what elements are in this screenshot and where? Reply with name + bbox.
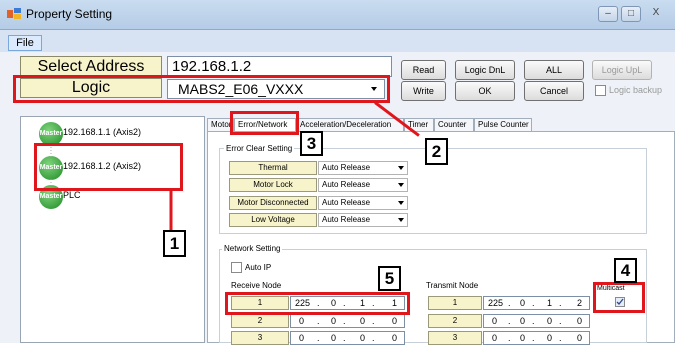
callout-2: 2 (425, 138, 448, 165)
transmit-ip-field[interactable]: 0. 0. 0. 0 (483, 314, 590, 328)
highlight-logic-box (13, 75, 390, 103)
highlight-multicast-box (593, 282, 645, 313)
select-address-button[interactable]: Select Address (20, 56, 162, 77)
minimize-button[interactable]: – (598, 6, 618, 22)
transmit-ip-field[interactable]: 225. 0. 1. 2 (483, 296, 590, 310)
highlight-tree-box (34, 143, 183, 191)
auto-ip-label: Auto IP (245, 263, 272, 272)
highlight-tab-box (230, 111, 299, 135)
motor-disconnected-label: Motor Disconnected (229, 196, 317, 210)
window-title: Property Setting (26, 7, 113, 21)
receive-row-number: 2 (231, 314, 289, 328)
all-button[interactable]: ALL (524, 60, 584, 80)
logic-upl-button[interactable]: Logic UpL (592, 60, 652, 80)
callout-5: 5 (378, 266, 401, 291)
highlight-receive-box (225, 292, 410, 315)
callout-3: 3 (300, 131, 323, 156)
chevron-down-icon (398, 183, 404, 187)
ok-button[interactable]: OK (455, 81, 515, 101)
thermal-select[interactable]: Auto Release (318, 161, 408, 175)
tab-counter[interactable]: Counter (434, 118, 474, 132)
transmit-row-number: 2 (428, 314, 482, 328)
logic-dnl-button[interactable]: Logic DnL (455, 60, 515, 80)
transmit-row-number: 1 (428, 296, 482, 310)
menu-file[interactable]: File (8, 35, 42, 51)
logic-backup-label: Logic backup (609, 85, 663, 95)
app-icon (6, 7, 22, 21)
close-button[interactable]: X (646, 6, 666, 22)
motor-disconnected-select[interactable]: Auto Release (318, 196, 408, 210)
write-button[interactable]: Write (401, 81, 446, 101)
tab-acceleration[interactable]: Acceleration/Deceleration (296, 118, 404, 132)
read-button[interactable]: Read (401, 60, 446, 80)
tab-pulse-counter[interactable]: Pulse Counter (474, 118, 532, 132)
menu-bar (0, 30, 675, 52)
logic-backup-checkbox[interactable] (595, 85, 606, 96)
transmit-node-title: Transmit Node (426, 281, 479, 290)
chevron-down-icon (398, 201, 404, 205)
thermal-label: Thermal (229, 161, 317, 175)
maximize-button[interactable]: □ (621, 6, 641, 22)
receive-ip-field[interactable]: 0. 0. 0. 0 (290, 314, 405, 328)
motor-lock-select-value: Auto Release (322, 180, 371, 189)
motor-disconnected-select-value: Auto Release (322, 198, 371, 207)
auto-ip-checkbox[interactable] (231, 262, 242, 273)
error-clear-title: Error Clear Setting (224, 144, 295, 153)
motor-lock-select[interactable]: Auto Release (318, 178, 408, 192)
low-voltage-select[interactable]: Auto Release (318, 213, 408, 227)
low-voltage-label: Low Voltage (229, 213, 317, 227)
receive-node-title: Receive Node (231, 281, 282, 290)
callout-4: 4 (614, 258, 637, 283)
chevron-down-icon (398, 218, 404, 222)
cancel-button[interactable]: Cancel (524, 81, 584, 101)
address-field[interactable]: 192.168.1.2 (167, 56, 392, 77)
thermal-select-value: Auto Release (322, 163, 371, 172)
low-voltage-select-value: Auto Release (322, 215, 371, 224)
motor-lock-label: Motor Lock (229, 178, 317, 192)
chevron-down-icon (398, 166, 404, 170)
callout-leader-line (169, 189, 173, 233)
network-title: Network Setting (222, 244, 283, 253)
callout-1: 1 (163, 230, 186, 257)
